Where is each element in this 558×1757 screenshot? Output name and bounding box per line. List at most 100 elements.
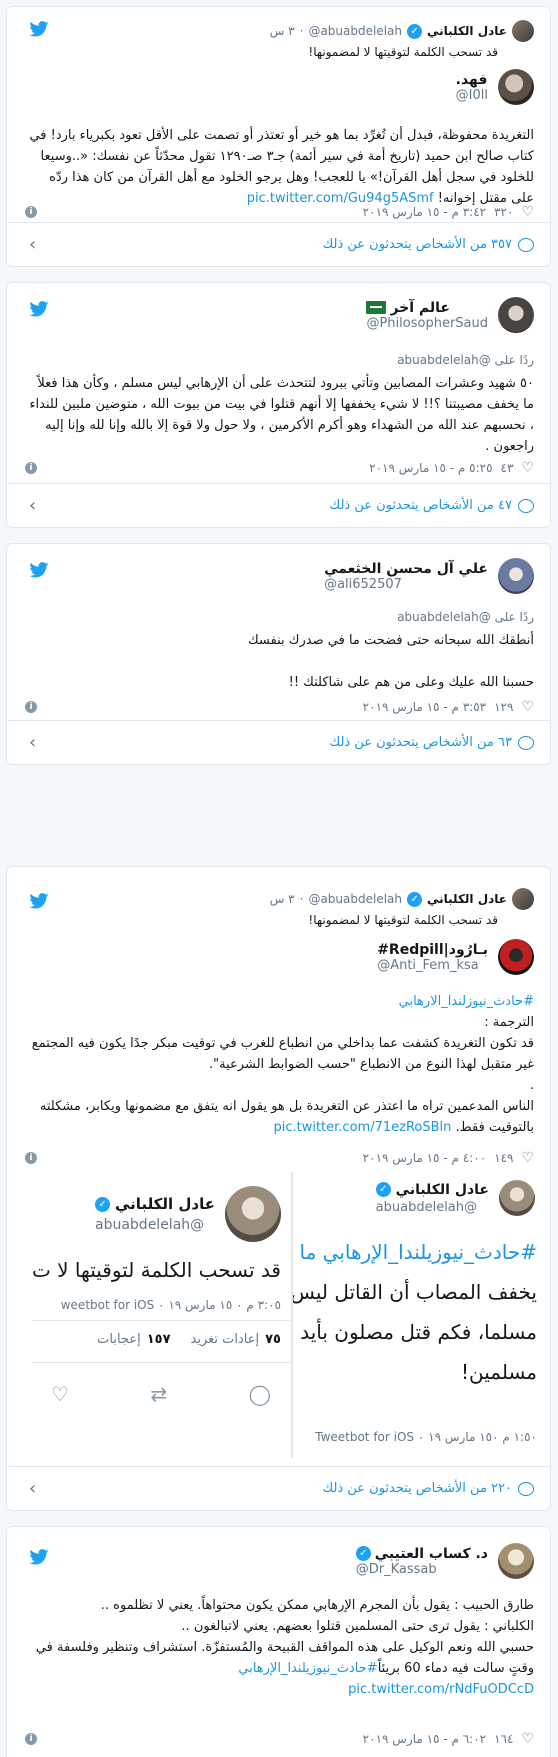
avatar[interactable] [512, 20, 534, 42]
tweet-body: . [529, 1078, 534, 1093]
author-handle[interactable]: @I0ll [456, 88, 488, 103]
verified-icon: ✓ [95, 1196, 110, 1212]
image-via: ٣:٠٥ م ٠ ١٥ مارس ١٩ ٠ weetbot for iOS [60, 1298, 281, 1312]
info-icon[interactable]: i [25, 462, 37, 474]
image-author-handle: @abuabdelelah [375, 1199, 478, 1215]
reply-to[interactable]: ردًا على @abuabdelelah [397, 353, 534, 367]
separator: · [299, 892, 304, 906]
avatar[interactable] [498, 558, 534, 594]
context-author-name: عادل الكلباني [427, 24, 507, 38]
image-text-line: مسلمين! [460, 1360, 537, 1384]
heart-icon[interactable]: ♡ [521, 1150, 534, 1166]
conversation-footer[interactable]: ‹ ٢٢٠ من الأشخاص يتحدثون عن ذلك [7, 1466, 550, 1510]
saudi-flag-icon [366, 301, 387, 314]
context-text: قد تسحب الكلمة لتوقيتها لا لمضمونها! [308, 45, 498, 59]
heart-icon[interactable]: ♡ [521, 699, 534, 715]
like-count: ١٤٩ [494, 1151, 514, 1165]
conversation-footer[interactable]: ‹ ٣٥٧ من الأشخاص يتحدثون عن ذلك [7, 222, 550, 266]
tweet-body: قد تكون التغريدة كشفت عما بداخلي من انطب… [31, 1036, 534, 1072]
heart-icon[interactable]: ♡ [521, 204, 534, 220]
tweet-text: التغريدة محفوظة، فبدل أن تُغرِّد بما هو … [23, 125, 534, 209]
author-name[interactable]: فهد. [456, 72, 488, 88]
tweet-card: عادل الكلباني ✓ @abuabdelelah · ٣ س قد ت… [6, 866, 551, 1511]
like-count: ١٢٩ [494, 700, 514, 714]
conversation-footer[interactable]: ‹ ٦٣ من الأشخاص يتحدثون عن ذلك [7, 720, 550, 764]
footer-text[interactable]: ٤٧ من الأشخاص يتحدثون عن ذلك [330, 498, 512, 513]
twitter-bird-icon[interactable] [29, 1549, 49, 1565]
reply-bubble-icon [518, 498, 534, 513]
tweet-link[interactable]: pic.twitter.com/rNdFuODCcD [23, 1679, 534, 1700]
tweet-author[interactable]: فهد. @I0ll [456, 69, 534, 105]
image-text-line: #حادث_نيوزيلندا_الإرهابي ما [299, 1240, 537, 1264]
footer-text[interactable]: ٦٣ من الأشخاص يتحدثون عن ذلك [330, 735, 512, 750]
tweet-time[interactable]: ٤:٠٠ م - ١٥ مارس ٢٠١٩ [363, 1151, 486, 1165]
tweet-time[interactable]: ٣:٥٣ م - ١٥ مارس ٢٠١٩ [363, 700, 486, 714]
tweet-time[interactable]: ٥:٢٥ م - ١٥ مارس ٢٠١٩ [369, 461, 492, 475]
tweet-body: أنطقك الله سبحانه حتى فضحت ما في صدرك بن… [247, 633, 534, 648]
like-count: ١٦٤ [494, 1732, 514, 1746]
tweet-card: د. كساب العتيبي ✓ @Dr_Kassab طارق الحبيب … [6, 1526, 551, 1757]
embedded-image[interactable]: عادل الكلباني ✓ @abuabdelelah #حادث_نيوزي… [293, 1172, 545, 1458]
tweet-author[interactable]: عالم آخر @PhilosopherSaud [366, 297, 534, 333]
info-icon[interactable]: i [25, 701, 37, 713]
chevron-left-icon[interactable]: ‹ [29, 495, 36, 516]
chevron-left-icon[interactable]: ‹ [29, 234, 36, 255]
twitter-bird-icon[interactable] [29, 562, 49, 578]
tweet-time[interactable]: ٦:٠٢ م - ١٥ مارس ٢٠١٩ [363, 1732, 486, 1746]
hashtag-link[interactable]: #حادث_نيوزيلندا_الإرهابي [238, 1661, 377, 1676]
quoted-context[interactable]: عادل الكلباني ✓ @abuabdelelah · ٣ س [270, 20, 534, 42]
reply-bubble-icon [518, 237, 534, 252]
tweet-meta: i ♡ ٤٣ ٥:٢٥ م - ١٥ مارس ٢٠١٩ [25, 459, 534, 477]
chevron-left-icon[interactable]: ‹ [29, 732, 36, 753]
tweet-meta: i ♡ ٣٢٠ ٣:٤٢ م - ١٥ مارس ٢٠١٩ [25, 203, 534, 221]
like-count: ٤٣ [500, 461, 514, 475]
tweet-author[interactable]: علي آل محسن الخثعمي @ali652507 [324, 558, 534, 594]
author-handle[interactable]: @ali652507 [324, 577, 402, 592]
twitter-bird-icon[interactable] [29, 893, 49, 909]
image-text-line: مسلما، فكم قتل مصلون بأيد [300, 1320, 537, 1344]
tweet-card: علي آل محسن الخثعمي @ali652507 ردًا على … [6, 543, 551, 765]
avatar[interactable] [498, 939, 534, 975]
tweet-link[interactable]: pic.twitter.com/71ezRoSBln [273, 1120, 451, 1135]
tweet-body: طارق الحبيب : يقول بأن المجرم الإرهابي م… [100, 1598, 534, 1613]
footer-text[interactable]: ٢٢٠ من الأشخاص يتحدثون عن ذلك [323, 1481, 512, 1496]
heart-icon[interactable]: ♡ [521, 460, 534, 476]
avatar[interactable] [512, 888, 534, 910]
hashtag-link[interactable]: #حادث_نيوزلندا_الارهابي [23, 991, 534, 1012]
tweet-body: الكلباني : يقول ترى حتى المسلمين قتلوا ب… [181, 1619, 534, 1634]
context-handle: @abuabdelelah [308, 892, 402, 906]
author-handle[interactable]: @Dr_Kassab [356, 1562, 437, 1577]
quoted-context[interactable]: عادل الكلباني ✓ @abuabdelelah · ٣ س [270, 888, 534, 910]
conversation-footer[interactable]: ‹ ٤٧ من الأشخاص يتحدثون عن ذلك [7, 483, 550, 527]
avatar[interactable] [498, 69, 534, 105]
twitter-bird-icon[interactable] [29, 21, 49, 37]
author-name[interactable]: بـارُود|Redpill# [377, 942, 488, 958]
footer-text[interactable]: ٣٥٧ من الأشخاص يتحدثون عن ذلك [323, 237, 512, 252]
reply-to[interactable]: ردًا على @abuabdelelah [397, 610, 534, 624]
context-handle: @abuabdelelah [308, 24, 402, 38]
heart-icon[interactable]: ♡ [521, 1731, 534, 1747]
info-icon[interactable]: i [25, 206, 37, 218]
chevron-left-icon[interactable]: ‹ [29, 1478, 36, 1499]
verified-icon: ✓ [407, 891, 422, 907]
embedded-image[interactable]: عادل الكلباني ✓ @abuabdelelah قد تسحب الك… [31, 1172, 291, 1458]
image-author-name: عادل الكلباني [395, 1181, 489, 1198]
context-author-name: عادل الكلباني [427, 892, 507, 906]
verified-icon: ✓ [407, 23, 422, 39]
avatar [225, 1186, 281, 1242]
twitter-bird-icon[interactable] [29, 301, 49, 317]
tweet-author[interactable]: د. كساب العتيبي ✓ @Dr_Kassab [355, 1543, 534, 1579]
avatar[interactable] [498, 1543, 534, 1579]
author-handle[interactable]: @PhilosopherSaud [366, 316, 488, 331]
author-name[interactable]: علي آل محسن الخثعمي [324, 561, 488, 577]
tweet-author[interactable]: بـارُود|Redpill# @Anti_Fem_ksa [377, 939, 534, 975]
author-name[interactable]: د. كساب العتيبي [375, 1546, 488, 1562]
info-icon[interactable]: i [25, 1733, 37, 1745]
context-text: قد تسحب الكلمة لتوقيتها لا لمضمونها! [308, 913, 498, 927]
verified-icon: ✓ [355, 1546, 371, 1561]
tweet-time[interactable]: ٣:٤٢ م - ١٥ مارس ٢٠١٩ [363, 205, 486, 219]
info-icon[interactable]: i [25, 1152, 37, 1164]
author-handle[interactable]: @Anti_Fem_ksa [377, 958, 479, 973]
author-name[interactable]: عالم آخر [390, 300, 450, 316]
avatar[interactable] [498, 297, 534, 333]
